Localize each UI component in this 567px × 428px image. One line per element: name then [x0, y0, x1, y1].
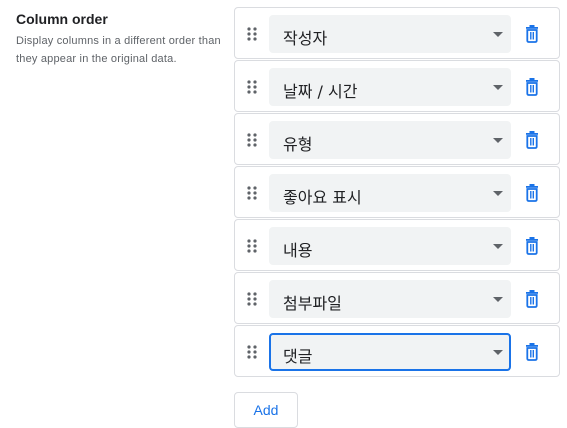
column-row: 유형: [234, 113, 560, 165]
arrow-drop-down-icon: [493, 297, 503, 302]
drag-indicator-icon[interactable]: [247, 345, 257, 359]
setting-description: Display columns in a different order tha…: [16, 35, 221, 65]
trash-icon[interactable]: [523, 289, 541, 309]
drag-indicator-icon[interactable]: [247, 186, 257, 200]
column-select-value: 유형: [283, 135, 313, 154]
trash-icon[interactable]: [523, 24, 541, 44]
column-select[interactable]: 댓글: [269, 333, 511, 371]
trash-icon[interactable]: [523, 236, 541, 256]
column-select-value: 첨부파일: [283, 294, 342, 313]
drag-indicator-icon[interactable]: [247, 80, 257, 94]
add-column-button[interactable]: Add: [234, 392, 298, 428]
arrow-drop-down-icon: [493, 191, 503, 196]
trash-icon[interactable]: [523, 342, 541, 362]
trash-icon[interactable]: [523, 130, 541, 150]
arrow-drop-down-icon: [493, 138, 503, 143]
column-select[interactable]: 유형: [269, 121, 511, 159]
column-select[interactable]: 날짜 / 시간: [269, 68, 511, 106]
column-row: 첨부파일: [234, 272, 560, 324]
column-select-value: 작성자: [283, 29, 328, 48]
trash-icon[interactable]: [523, 183, 541, 203]
arrow-drop-down-icon: [493, 350, 503, 355]
column-order-list: 작성자날짜 / 시간유형좋아요 표시내용첨부파일댓글: [234, 7, 560, 378]
column-row: 댓글: [234, 325, 560, 377]
drag-indicator-icon[interactable]: [247, 27, 257, 41]
column-select[interactable]: 좋아요 표시: [269, 174, 511, 212]
column-row: 좋아요 표시: [234, 166, 560, 218]
column-select-value: 좋아요 표시: [283, 188, 362, 207]
column-select[interactable]: 작성자: [269, 15, 511, 53]
drag-indicator-icon[interactable]: [247, 133, 257, 147]
setting-title: Column order: [16, 11, 108, 27]
column-select-value: 날짜 / 시간: [283, 82, 358, 101]
column-row: 날짜 / 시간: [234, 60, 560, 112]
column-select[interactable]: 첨부파일: [269, 280, 511, 318]
column-select-value: 댓글: [283, 347, 313, 366]
column-row: 작성자: [234, 7, 560, 59]
arrow-drop-down-icon: [493, 85, 503, 90]
drag-indicator-icon[interactable]: [247, 292, 257, 306]
arrow-drop-down-icon: [493, 32, 503, 37]
setting-label-block: Column order Display columns in a differ…: [16, 10, 226, 68]
column-select-value: 내용: [283, 241, 313, 260]
column-row: 내용: [234, 219, 560, 271]
trash-icon[interactable]: [523, 77, 541, 97]
drag-indicator-icon[interactable]: [247, 239, 257, 253]
arrow-drop-down-icon: [493, 244, 503, 249]
column-select[interactable]: 내용: [269, 227, 511, 265]
